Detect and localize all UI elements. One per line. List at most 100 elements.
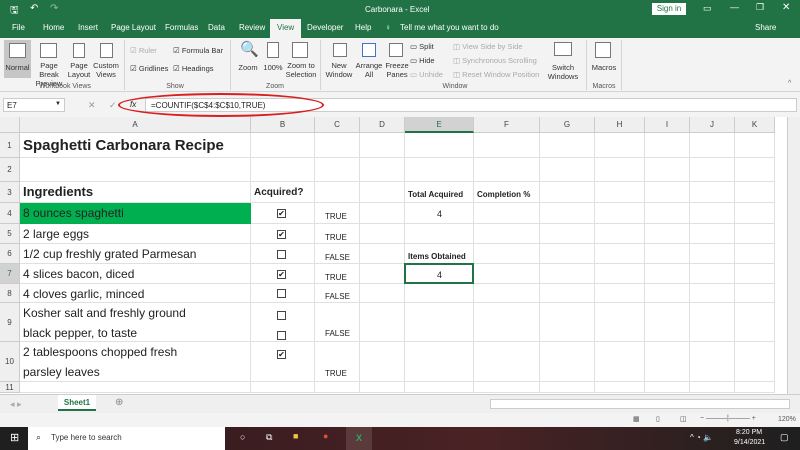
cell[interactable]: [540, 224, 595, 244]
cell[interactable]: [360, 133, 405, 158]
page-layout-button[interactable]: Page Layout: [66, 61, 92, 79]
close-button[interactable]: ✕: [782, 2, 790, 13]
cell[interactable]: [595, 303, 645, 342]
cell[interactable]: [474, 264, 540, 284]
column-header-d[interactable]: D: [360, 117, 405, 133]
macros-button[interactable]: Macros: [588, 63, 620, 72]
column-header-c[interactable]: C: [315, 117, 360, 133]
cell[interactable]: [540, 382, 595, 393]
cell[interactable]: [645, 133, 690, 158]
tab-insert[interactable]: Insert: [78, 23, 98, 32]
add-sheet-button[interactable]: ⊕: [115, 397, 123, 408]
clock-date[interactable]: 9/14/2021: [734, 439, 765, 446]
checkbox[interactable]: [277, 310, 286, 320]
cell[interactable]: [540, 133, 595, 158]
cell[interactable]: [540, 182, 595, 203]
cell[interactable]: [645, 158, 690, 182]
zoom-to-selection-button[interactable]: Zoom to Selection: [285, 61, 317, 79]
cell[interactable]: [645, 382, 690, 393]
cell[interactable]: [540, 342, 595, 382]
horizontal-scrollbar[interactable]: [490, 399, 790, 409]
cell[interactable]: [474, 133, 540, 158]
sheet-tab-sheet1[interactable]: Sheet1: [58, 395, 96, 411]
zoom-button[interactable]: Zoom: [236, 63, 260, 72]
tell-me-input[interactable]: Tell me what you want to do: [400, 23, 499, 32]
cell[interactable]: [405, 342, 474, 382]
row-header-1[interactable]: 1: [0, 133, 20, 158]
restore-button[interactable]: ❐: [756, 2, 764, 13]
cell[interactable]: [690, 303, 735, 342]
cell[interactable]: [474, 244, 540, 264]
row-header-6[interactable]: 6: [0, 244, 20, 264]
headings-checkbox[interactable]: ☑ Headings: [173, 64, 214, 73]
cell[interactable]: [645, 264, 690, 284]
name-box[interactable]: E7 ▼: [3, 98, 65, 112]
row-header-4[interactable]: 4: [0, 203, 20, 224]
excel-taskbar-icon[interactable]: X: [346, 427, 372, 450]
cell[interactable]: [735, 158, 775, 182]
collapse-ribbon-icon[interactable]: ^: [788, 80, 791, 87]
row-header-5[interactable]: 5: [0, 224, 20, 244]
checkbox[interactable]: ✔: [277, 350, 286, 359]
cell[interactable]: [360, 264, 405, 284]
active-cell-e7[interactable]: [404, 263, 474, 284]
reset-window-button[interactable]: ◫ Reset Window Position: [453, 70, 539, 79]
switch-windows-button[interactable]: Switch Windows: [545, 63, 581, 81]
cell[interactable]: [540, 284, 595, 303]
sign-in-button[interactable]: Sign in: [652, 3, 686, 15]
tab-data[interactable]: Data: [208, 23, 225, 32]
cell[interactable]: [735, 382, 775, 393]
cell[interactable]: [540, 158, 595, 182]
cell[interactable]: [360, 284, 405, 303]
zoom-100-button[interactable]: 100%: [261, 63, 285, 72]
cell[interactable]: [360, 203, 405, 224]
cell[interactable]: [540, 264, 595, 284]
page-layout-view-icon[interactable]: ▯: [656, 415, 660, 423]
cell[interactable]: [595, 133, 645, 158]
cell[interactable]: [315, 158, 360, 182]
cell[interactable]: [595, 382, 645, 393]
cell[interactable]: [645, 244, 690, 264]
checkbox[interactable]: [277, 330, 286, 340]
cell[interactable]: [735, 133, 775, 158]
cell[interactable]: [735, 182, 775, 203]
cell[interactable]: [735, 224, 775, 244]
cell[interactable]: [690, 182, 735, 203]
cell[interactable]: [690, 244, 735, 264]
cell[interactable]: [645, 342, 690, 382]
cell[interactable]: [315, 382, 360, 393]
cell[interactable]: [540, 244, 595, 264]
tab-view[interactable]: View: [270, 19, 302, 38]
cell[interactable]: [690, 203, 735, 224]
cancel-icon[interactable]: ✕: [88, 100, 96, 111]
sheet-nav-icon[interactable]: ◂ ▸: [10, 399, 22, 410]
notifications-icon[interactable]: ▢: [780, 432, 789, 443]
file-explorer-icon[interactable]: ■: [293, 431, 298, 441]
tab-formulas[interactable]: Formulas: [165, 23, 198, 32]
cell[interactable]: [474, 158, 540, 182]
cell[interactable]: [474, 342, 540, 382]
minimize-button[interactable]: —: [730, 2, 739, 12]
row-header-9[interactable]: 9: [0, 303, 20, 342]
row-header-8[interactable]: 8: [0, 284, 20, 303]
zoom-slider[interactable]: − ———|——— +: [700, 415, 756, 422]
page-break-view-icon[interactable]: ◫: [680, 415, 687, 423]
task-view-icon[interactable]: ⧉: [266, 432, 272, 443]
column-header-h[interactable]: H: [595, 117, 645, 133]
cell[interactable]: [690, 264, 735, 284]
row-header-3[interactable]: 3: [0, 182, 20, 203]
cell[interactable]: [251, 133, 315, 158]
cell[interactable]: [690, 224, 735, 244]
system-tray-icons[interactable]: ^ ◔ 🔈: [690, 433, 713, 442]
cell[interactable]: [360, 224, 405, 244]
clock-time[interactable]: 8:20 PM: [736, 429, 762, 436]
unhide-button[interactable]: ▭ Unhide: [410, 70, 443, 79]
tab-review[interactable]: Review: [239, 23, 265, 32]
checkbox[interactable]: ✔: [277, 269, 286, 279]
checkbox[interactable]: ✔: [277, 229, 286, 239]
cell[interactable]: [20, 382, 251, 393]
arrange-all-button[interactable]: Arrange All: [355, 61, 383, 79]
cortana-icon[interactable]: ○: [240, 432, 245, 442]
cell[interactable]: [474, 203, 540, 224]
cell[interactable]: [595, 158, 645, 182]
